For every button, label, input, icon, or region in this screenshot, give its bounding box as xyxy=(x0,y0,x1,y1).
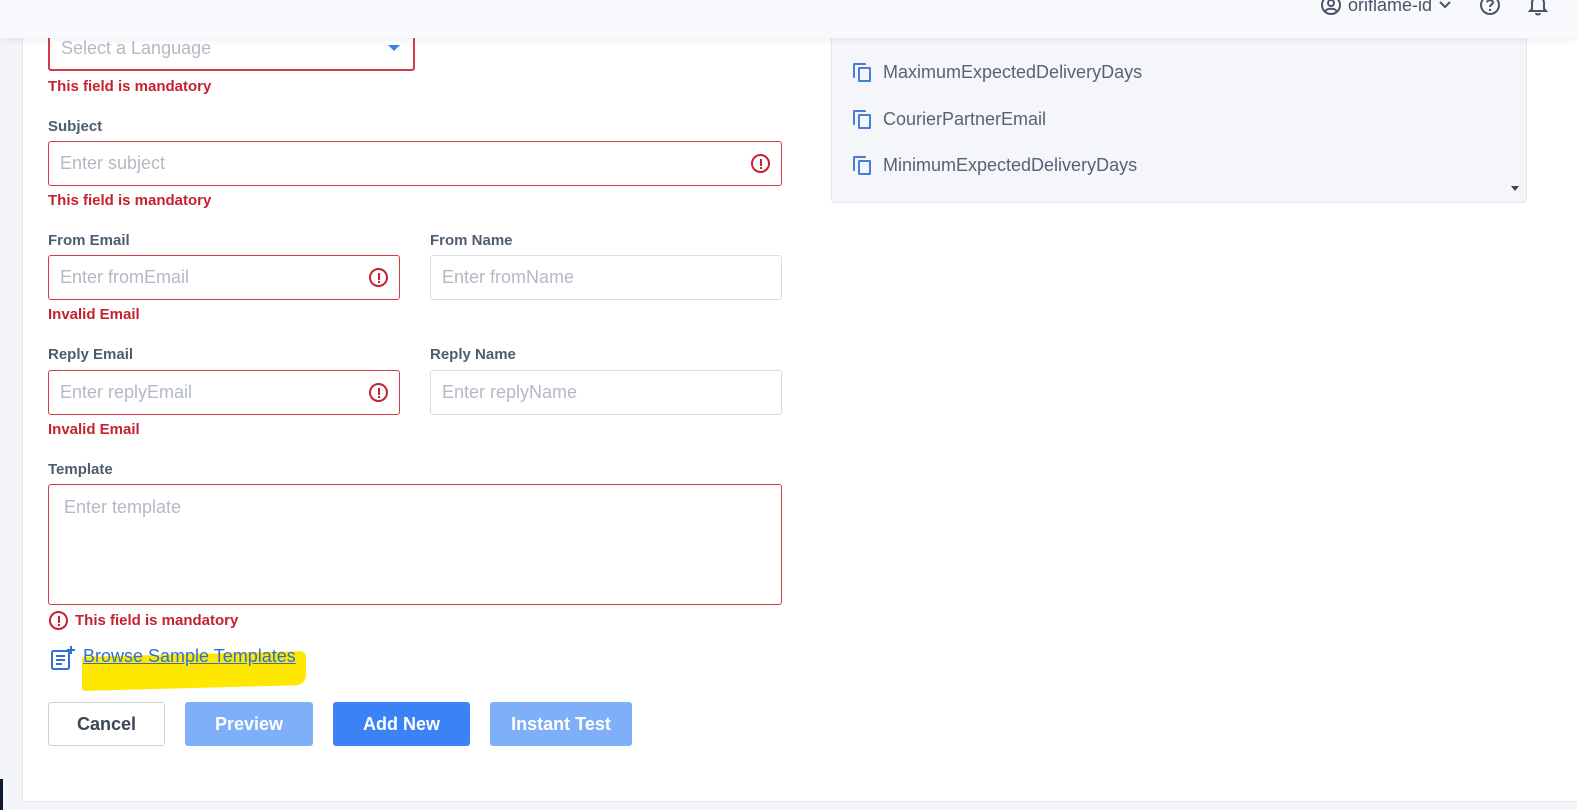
template-label: Template xyxy=(48,461,113,478)
top-header: oriflame-id xyxy=(0,0,1577,38)
variable-label: MaximumExpectedDeliveryDays xyxy=(883,62,1143,82)
error-icon xyxy=(369,383,388,402)
reply-email-error: Invalid Email xyxy=(48,421,140,438)
cancel-button[interactable]: Cancel xyxy=(48,702,165,746)
variable-label: MinimumExpectedDeliveryDays xyxy=(883,155,1138,175)
subject-placeholder: Enter subject xyxy=(60,153,166,173)
variable-item[interactable]: MaximumExpectedDeliveryDays xyxy=(853,62,1142,83)
subject-label: Subject xyxy=(48,118,103,135)
language-placeholder: Select a Language xyxy=(61,38,212,58)
language-error: This field is mandatory xyxy=(48,78,212,95)
copy-icon[interactable] xyxy=(853,109,873,130)
subject-error: This field is mandatory xyxy=(48,192,212,209)
template-textarea[interactable]: Enter template xyxy=(48,484,782,605)
add-new-button[interactable]: Add New xyxy=(333,702,470,746)
variables-list[interactable]: MaximumExpectedDeliveryDays CourierPartn… xyxy=(831,38,1527,203)
browse-sample-templates-link[interactable]: Browse Sample Templates xyxy=(83,646,296,667)
from-name-input[interactable]: Enter fromName xyxy=(430,255,782,300)
from-name-label: From Name xyxy=(430,232,513,249)
chevron-down-icon xyxy=(1439,1,1451,9)
preview-button[interactable]: Preview xyxy=(185,702,313,746)
user-circle-icon xyxy=(1321,0,1341,15)
copy-icon[interactable] xyxy=(853,62,873,83)
template-placeholder: Enter template xyxy=(64,497,182,517)
subject-input[interactable]: Enter subject xyxy=(48,141,782,186)
variable-item[interactable]: CourierPartnerEmail xyxy=(853,109,1046,130)
bell-icon[interactable] xyxy=(1528,0,1548,16)
error-icon xyxy=(49,611,68,630)
reply-name-placeholder: Enter replyName xyxy=(442,382,578,402)
from-email-error: Invalid Email xyxy=(48,306,140,323)
from-email-label: From Email xyxy=(48,232,130,249)
reply-email-placeholder: Enter replyEmail xyxy=(60,382,193,402)
reply-name-input[interactable]: Enter replyName xyxy=(430,370,782,415)
help-circle-icon[interactable] xyxy=(1479,0,1501,16)
from-name-placeholder: Enter fromName xyxy=(442,267,575,287)
variable-item[interactable]: MinimumExpectedDeliveryDays xyxy=(853,155,1137,176)
from-email-placeholder: Enter fromEmail xyxy=(60,267,190,287)
template-error: This field is mandatory xyxy=(75,612,239,629)
instant-test-button[interactable]: Instant Test xyxy=(490,702,632,746)
account-name: oriflame-id xyxy=(1348,0,1433,15)
variable-label: CourierPartnerEmail xyxy=(883,109,1047,129)
error-icon xyxy=(369,268,388,287)
copy-icon[interactable] xyxy=(853,155,873,176)
reply-email-input[interactable]: Enter replyEmail xyxy=(48,370,400,415)
caret-down-icon xyxy=(388,45,400,51)
from-email-input[interactable]: Enter fromEmail xyxy=(48,255,400,300)
sidebar-edge xyxy=(0,779,3,810)
add-template-icon[interactable] xyxy=(50,645,76,671)
scroll-down-arrow[interactable] xyxy=(1511,186,1519,191)
reply-email-label: Reply Email xyxy=(48,346,134,363)
account-menu[interactable]: oriflame-id xyxy=(1320,0,1452,16)
reply-name-label: Reply Name xyxy=(430,346,516,363)
error-icon xyxy=(751,154,770,173)
